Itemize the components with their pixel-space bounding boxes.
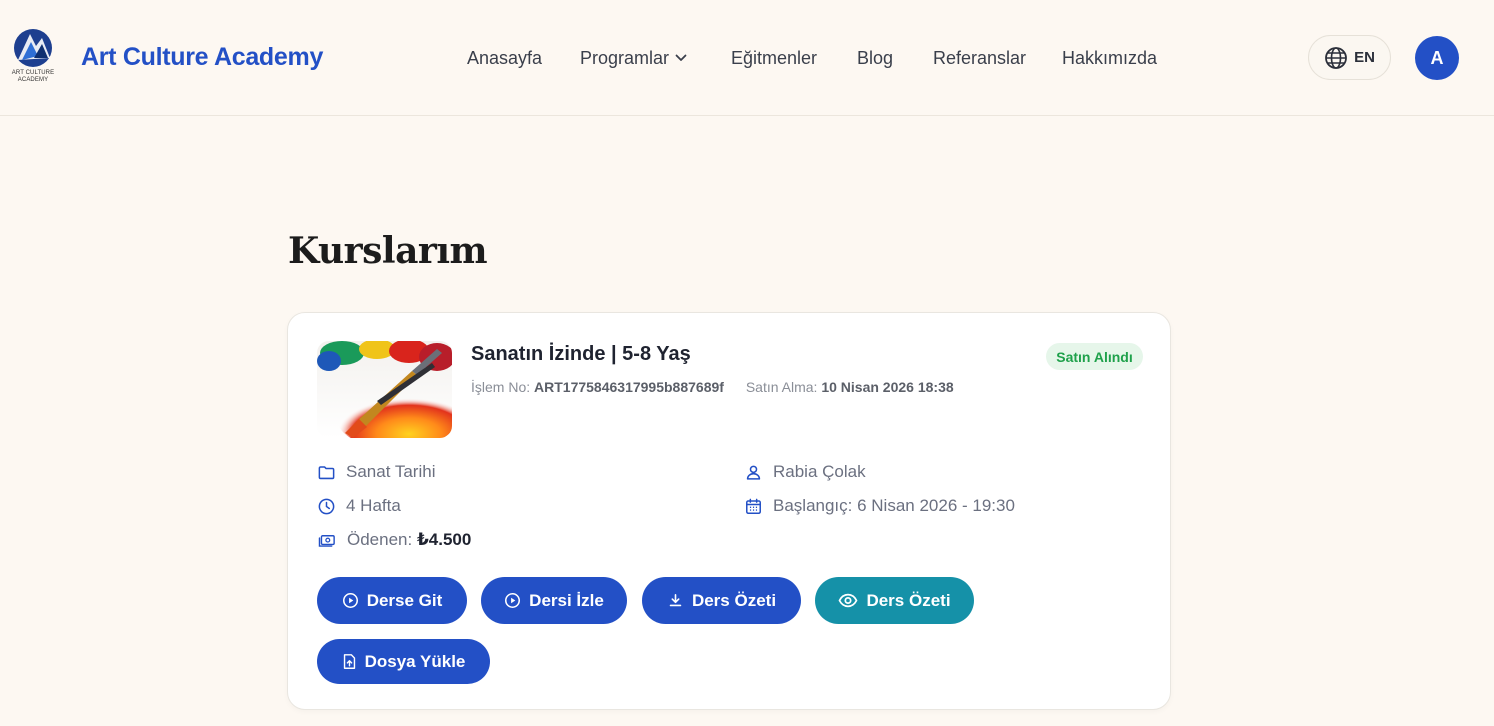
- brand-name[interactable]: Art Culture Academy: [81, 43, 323, 72]
- chevron-down-icon: [675, 54, 687, 61]
- download-summary-button[interactable]: Ders Özeti: [642, 577, 801, 624]
- info-duration: 4 Hafta: [317, 496, 401, 516]
- page-title: Kurslarım: [288, 230, 488, 272]
- view-summary-button[interactable]: Ders Özeti: [815, 577, 974, 624]
- paintbrush-image-icon: [317, 341, 452, 438]
- instructor-name: Rabia Çolak: [773, 462, 866, 481]
- calendar-icon: [746, 498, 761, 514]
- transaction-number: ART1775846317995b887689f: [534, 379, 724, 395]
- logo[interactable]: ART CULTURE ACADEMY: [10, 28, 56, 90]
- file-upload-icon: [343, 654, 355, 669]
- paid-label: Ödenen:: [347, 530, 413, 549]
- download-icon: [669, 594, 682, 607]
- globe-icon: [1325, 46, 1347, 69]
- info-instructor: Rabia Çolak: [744, 462, 866, 482]
- info-category: Sanat Tarihi: [317, 462, 435, 482]
- folder-icon: [318, 465, 335, 479]
- info-paid: Ödenen: ₺4.500: [317, 530, 471, 550]
- button-label: Derse Git: [366, 590, 443, 610]
- nav-label: Programlar: [580, 48, 670, 68]
- language-code: EN: [1354, 49, 1375, 66]
- nav-item-egitmenler[interactable]: Eğitmenler: [731, 46, 817, 70]
- language-switcher[interactable]: EN: [1308, 35, 1391, 80]
- course-meta: İşlem No: ART1775846317995b887689f Satın…: [471, 379, 954, 395]
- start-date-text: Başlangıç: 6 Nisan 2026 - 19:30: [773, 496, 1015, 515]
- nav-label: Referanslar: [933, 48, 1027, 68]
- nav-label: Anasayfa: [467, 48, 543, 68]
- logo-mark-icon: [14, 29, 52, 67]
- purchase-date-label: Satın Alma:: [745, 379, 818, 395]
- duration-text: 4 Hafta: [346, 496, 401, 515]
- transaction-label: İşlem No:: [471, 379, 531, 395]
- site-header: ART CULTURE ACADEMY Art Culture Academy A…: [0, 0, 1494, 116]
- category-text: Sanat Tarihi: [346, 462, 436, 481]
- user-avatar[interactable]: A: [1415, 36, 1459, 80]
- nav-item-blog[interactable]: Blog: [857, 46, 893, 70]
- nav-label: Blog: [857, 48, 894, 68]
- nav-item-anasayfa[interactable]: Anasayfa: [467, 46, 542, 70]
- button-label: Ders Özeti: [866, 590, 951, 610]
- course-title[interactable]: Sanatın İzinde | 5-8 Yaş: [471, 343, 691, 366]
- button-label: Ders Özeti: [691, 590, 777, 610]
- play-circle-icon: [505, 592, 521, 609]
- status-badge: Satın Alındı: [1046, 343, 1143, 370]
- nav-item-referanslar[interactable]: Referanslar: [933, 46, 1026, 70]
- eye-icon: [839, 593, 858, 608]
- clock-icon: [318, 498, 335, 514]
- user-icon: [746, 465, 761, 480]
- go-to-lesson-button[interactable]: Derse Git: [317, 577, 467, 624]
- purchase-date: 10 Nisan 2026 18:38: [821, 379, 954, 395]
- logo-caption: ART CULTURE ACADEMY: [11, 70, 55, 83]
- button-label: Dosya Yükle: [364, 651, 466, 671]
- button-label: Dersi İzle: [529, 590, 604, 610]
- play-circle-icon: [342, 592, 358, 609]
- nav-item-hakkimizda[interactable]: Hakkımızda: [1062, 46, 1157, 70]
- nav-item-programlar[interactable]: Programlar: [580, 46, 687, 70]
- paid-amount: ₺4.500: [416, 530, 472, 549]
- nav-label: Eğitmenler: [731, 48, 818, 68]
- info-start-date: Başlangıç: 6 Nisan 2026 - 19:30: [744, 496, 1015, 516]
- course-card: Sanatın İzinde | 5-8 Yaş İşlem No: ART17…: [287, 312, 1171, 710]
- watch-lesson-button[interactable]: Dersi İzle: [481, 577, 627, 624]
- nav-label: Hakkımızda: [1062, 48, 1158, 68]
- upload-file-button[interactable]: Dosya Yükle: [317, 639, 490, 684]
- course-thumbnail[interactable]: [317, 341, 452, 438]
- money-icon: [318, 534, 335, 547]
